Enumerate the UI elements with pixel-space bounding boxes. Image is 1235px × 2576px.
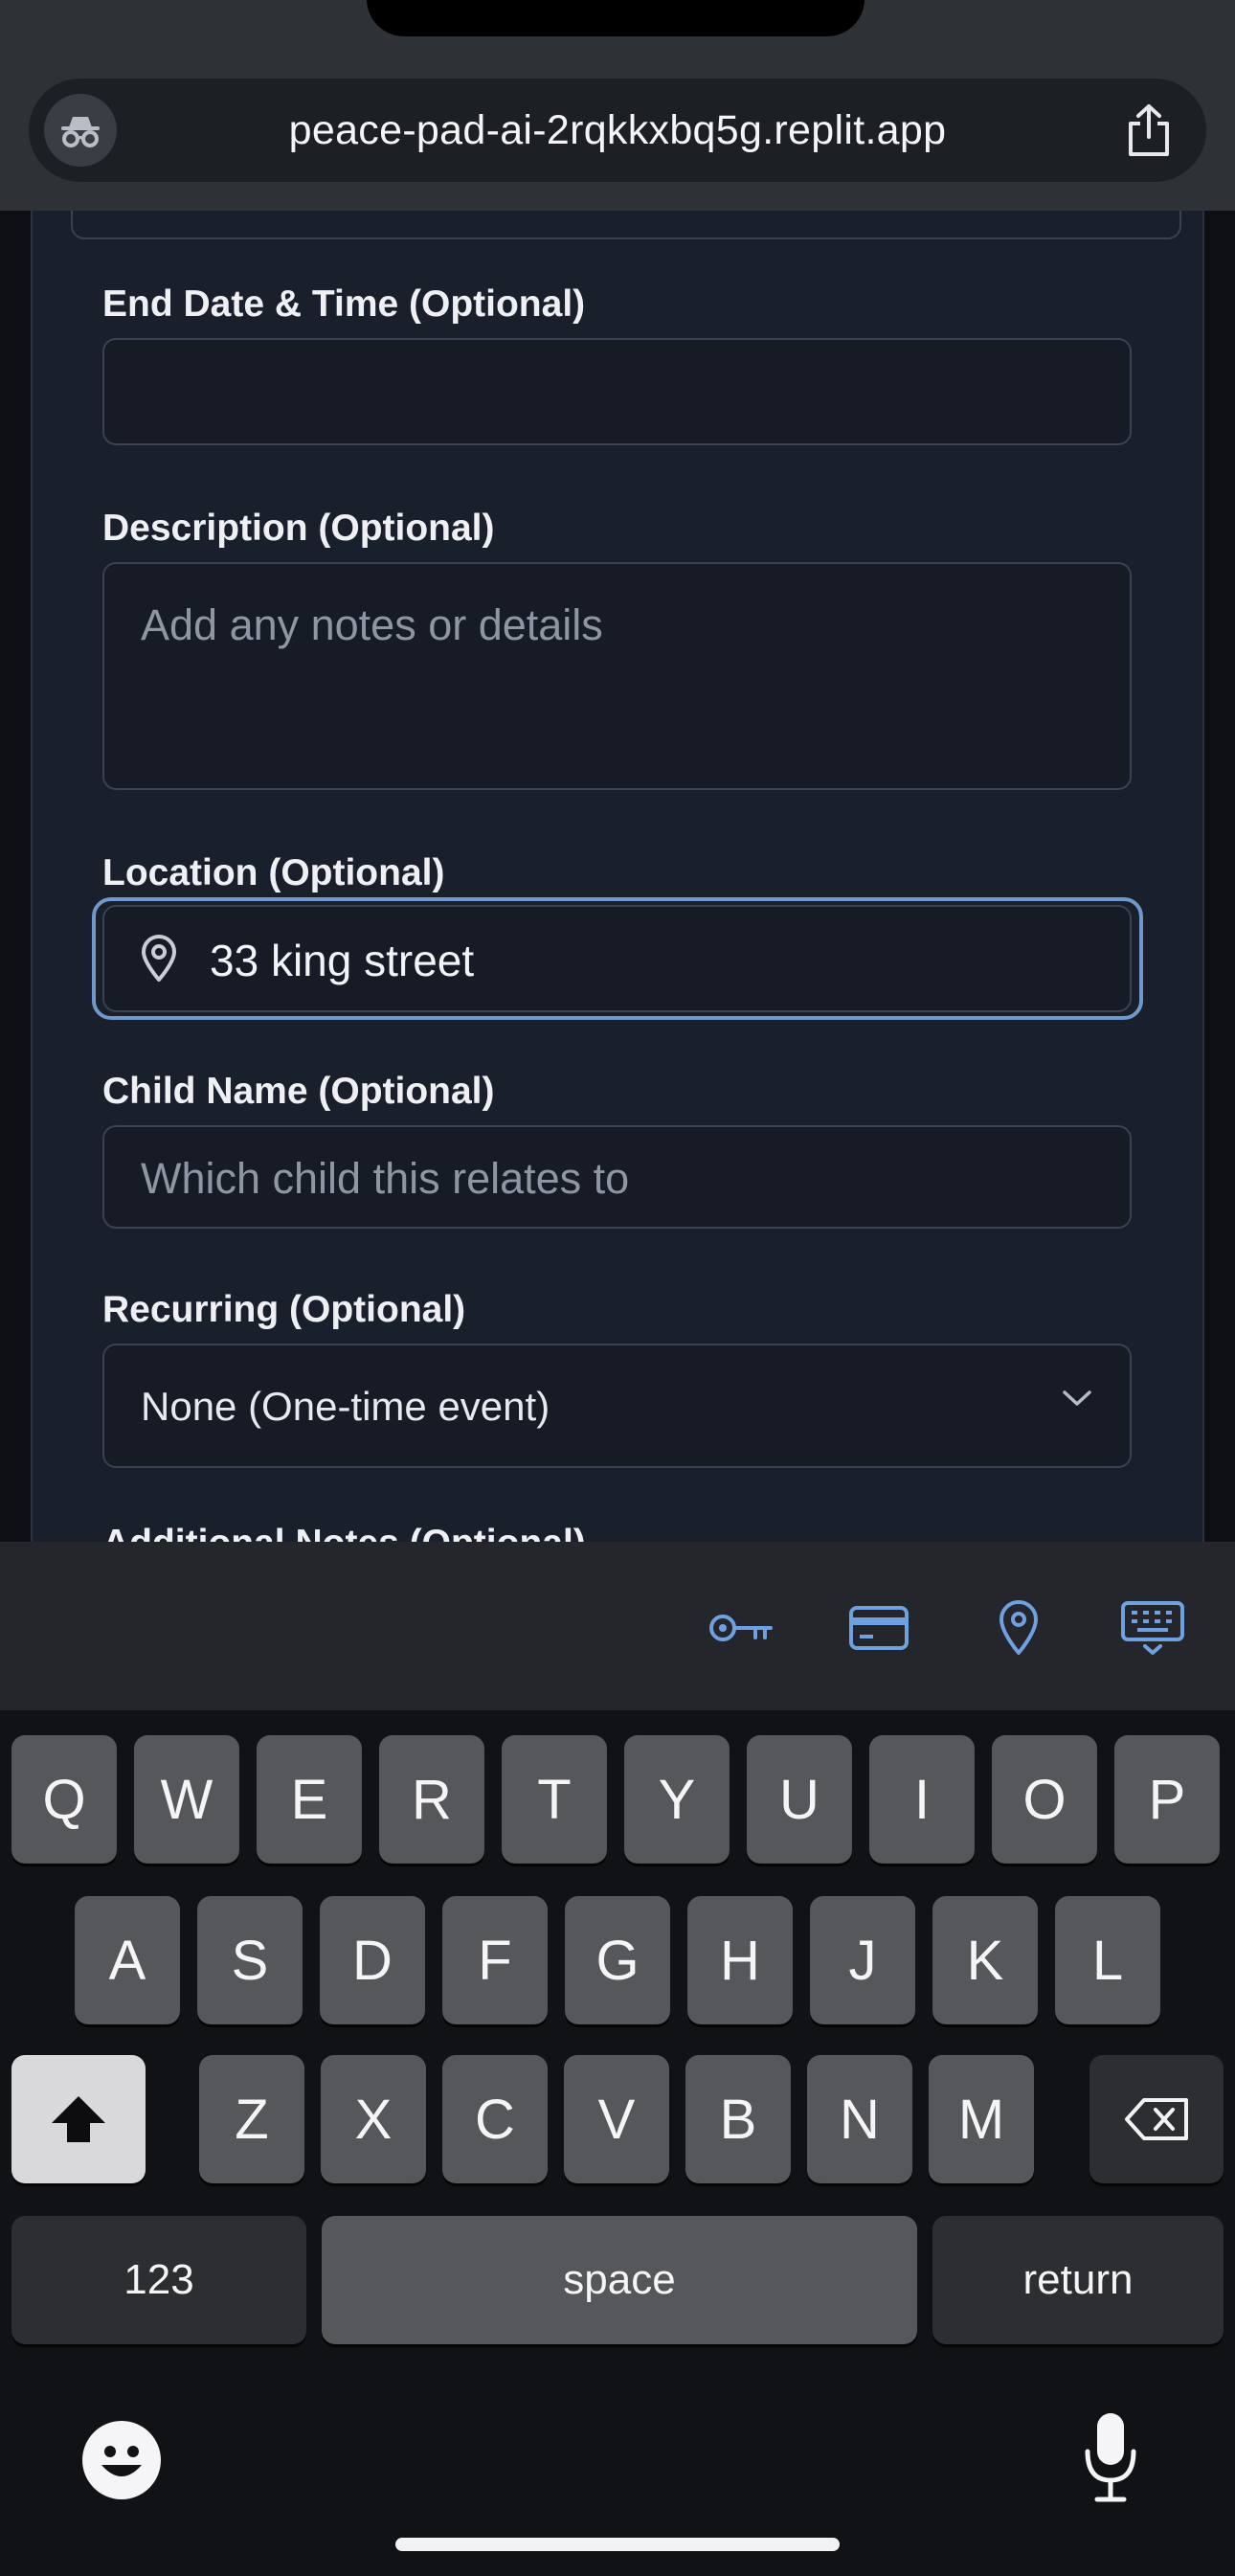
end-date-label: End Date & Time (Optional) bbox=[102, 283, 586, 325]
key-w[interactable]: W bbox=[134, 1735, 239, 1864]
backspace-icon bbox=[1125, 2098, 1188, 2140]
dynamic-island bbox=[367, 0, 864, 36]
browser-toolbar: peace-pad-ai-2rqkkxbq5g.replit.app bbox=[0, 48, 1235, 211]
emoji-icon[interactable] bbox=[82, 2421, 161, 2499]
return-key[interactable]: return bbox=[932, 2216, 1224, 2344]
address-bar[interactable]: peace-pad-ai-2rqkkxbq5g.replit.app bbox=[29, 79, 1206, 182]
numbers-key[interactable]: 123 bbox=[11, 2216, 306, 2344]
shift-icon bbox=[52, 2096, 105, 2142]
microphone-icon[interactable] bbox=[1082, 2409, 1139, 2505]
chevron-down-icon bbox=[1061, 1388, 1093, 1413]
home-indicator bbox=[395, 2538, 840, 2551]
recurring-select[interactable]: None (One-time event) bbox=[102, 1344, 1132, 1468]
key-e[interactable]: E bbox=[257, 1735, 362, 1864]
key-q[interactable]: Q bbox=[11, 1735, 117, 1864]
key-p[interactable]: P bbox=[1114, 1735, 1220, 1864]
key-k[interactable]: K bbox=[932, 1896, 1038, 2024]
key-o[interactable]: O bbox=[992, 1735, 1097, 1864]
key-l[interactable]: L bbox=[1055, 1896, 1160, 2024]
credit-card-icon[interactable] bbox=[842, 1592, 915, 1664]
key-j[interactable]: J bbox=[810, 1896, 915, 2024]
location-pin-icon[interactable] bbox=[982, 1592, 1055, 1664]
location-label: Location (Optional) bbox=[102, 852, 445, 893]
previous-field[interactable] bbox=[71, 211, 1181, 239]
key-z[interactable]: Z bbox=[199, 2055, 304, 2183]
url-text[interactable]: peace-pad-ai-2rqkkxbq5g.replit.app bbox=[29, 79, 1206, 182]
child-name-input[interactable]: Which child this relates to bbox=[102, 1125, 1132, 1229]
key-m[interactable]: M bbox=[929, 2055, 1034, 2183]
key-i[interactable]: I bbox=[869, 1735, 975, 1864]
password-key-icon[interactable] bbox=[705, 1592, 777, 1664]
description-label: Description (Optional) bbox=[102, 508, 495, 549]
key-h[interactable]: H bbox=[687, 1896, 793, 2024]
return-key-label: return bbox=[1022, 2256, 1134, 2303]
key-u[interactable]: U bbox=[747, 1735, 852, 1864]
key-c[interactable]: C bbox=[442, 2055, 548, 2183]
numbers-key-label: 123 bbox=[124, 2256, 194, 2303]
status-bar bbox=[0, 0, 1235, 48]
description-placeholder: Add any notes or details bbox=[141, 600, 603, 649]
child-name-placeholder: Which child this relates to bbox=[141, 1154, 630, 1203]
child-name-label: Child Name (Optional) bbox=[102, 1071, 495, 1112]
backspace-key[interactable] bbox=[1089, 2055, 1224, 2183]
onscreen-keyboard: QWERTYUIOP ASDFGHJKL ZXCVBNM 123 space r… bbox=[0, 1710, 1235, 2576]
key-a[interactable]: A bbox=[75, 1896, 180, 2024]
key-s[interactable]: S bbox=[197, 1896, 303, 2024]
key-v[interactable]: V bbox=[564, 2055, 669, 2183]
location-value: 33 king street bbox=[210, 936, 475, 985]
end-date-input[interactable] bbox=[102, 338, 1132, 445]
description-textarea[interactable]: Add any notes or details bbox=[102, 562, 1132, 790]
shift-key[interactable] bbox=[11, 2055, 146, 2183]
space-key-label: space bbox=[563, 2256, 676, 2303]
key-g[interactable]: G bbox=[565, 1896, 670, 2024]
web-page: End Date & Time (Optional) Description (… bbox=[0, 211, 1235, 1542]
key-r[interactable]: R bbox=[379, 1735, 484, 1864]
key-y[interactable]: Y bbox=[624, 1735, 730, 1864]
keyboard-accessory-bar bbox=[0, 1542, 1235, 1710]
keyboard-dismiss-icon[interactable] bbox=[1116, 1592, 1189, 1664]
key-x[interactable]: X bbox=[321, 2055, 426, 2183]
key-d[interactable]: D bbox=[320, 1896, 425, 2024]
recurring-label: Recurring (Optional) bbox=[102, 1289, 466, 1330]
share-icon[interactable] bbox=[1114, 96, 1183, 165]
key-t[interactable]: T bbox=[502, 1735, 607, 1864]
key-f[interactable]: F bbox=[442, 1896, 548, 2024]
location-input[interactable]: 33 king street bbox=[102, 905, 1132, 1012]
recurring-selected: None (One-time event) bbox=[141, 1384, 550, 1429]
additional-notes-label: Additional Notes (Optional) bbox=[102, 1523, 586, 1542]
key-n[interactable]: N bbox=[807, 2055, 912, 2183]
space-key[interactable]: space bbox=[322, 2216, 917, 2344]
key-b[interactable]: B bbox=[685, 2055, 791, 2183]
map-pin-icon bbox=[139, 934, 179, 988]
